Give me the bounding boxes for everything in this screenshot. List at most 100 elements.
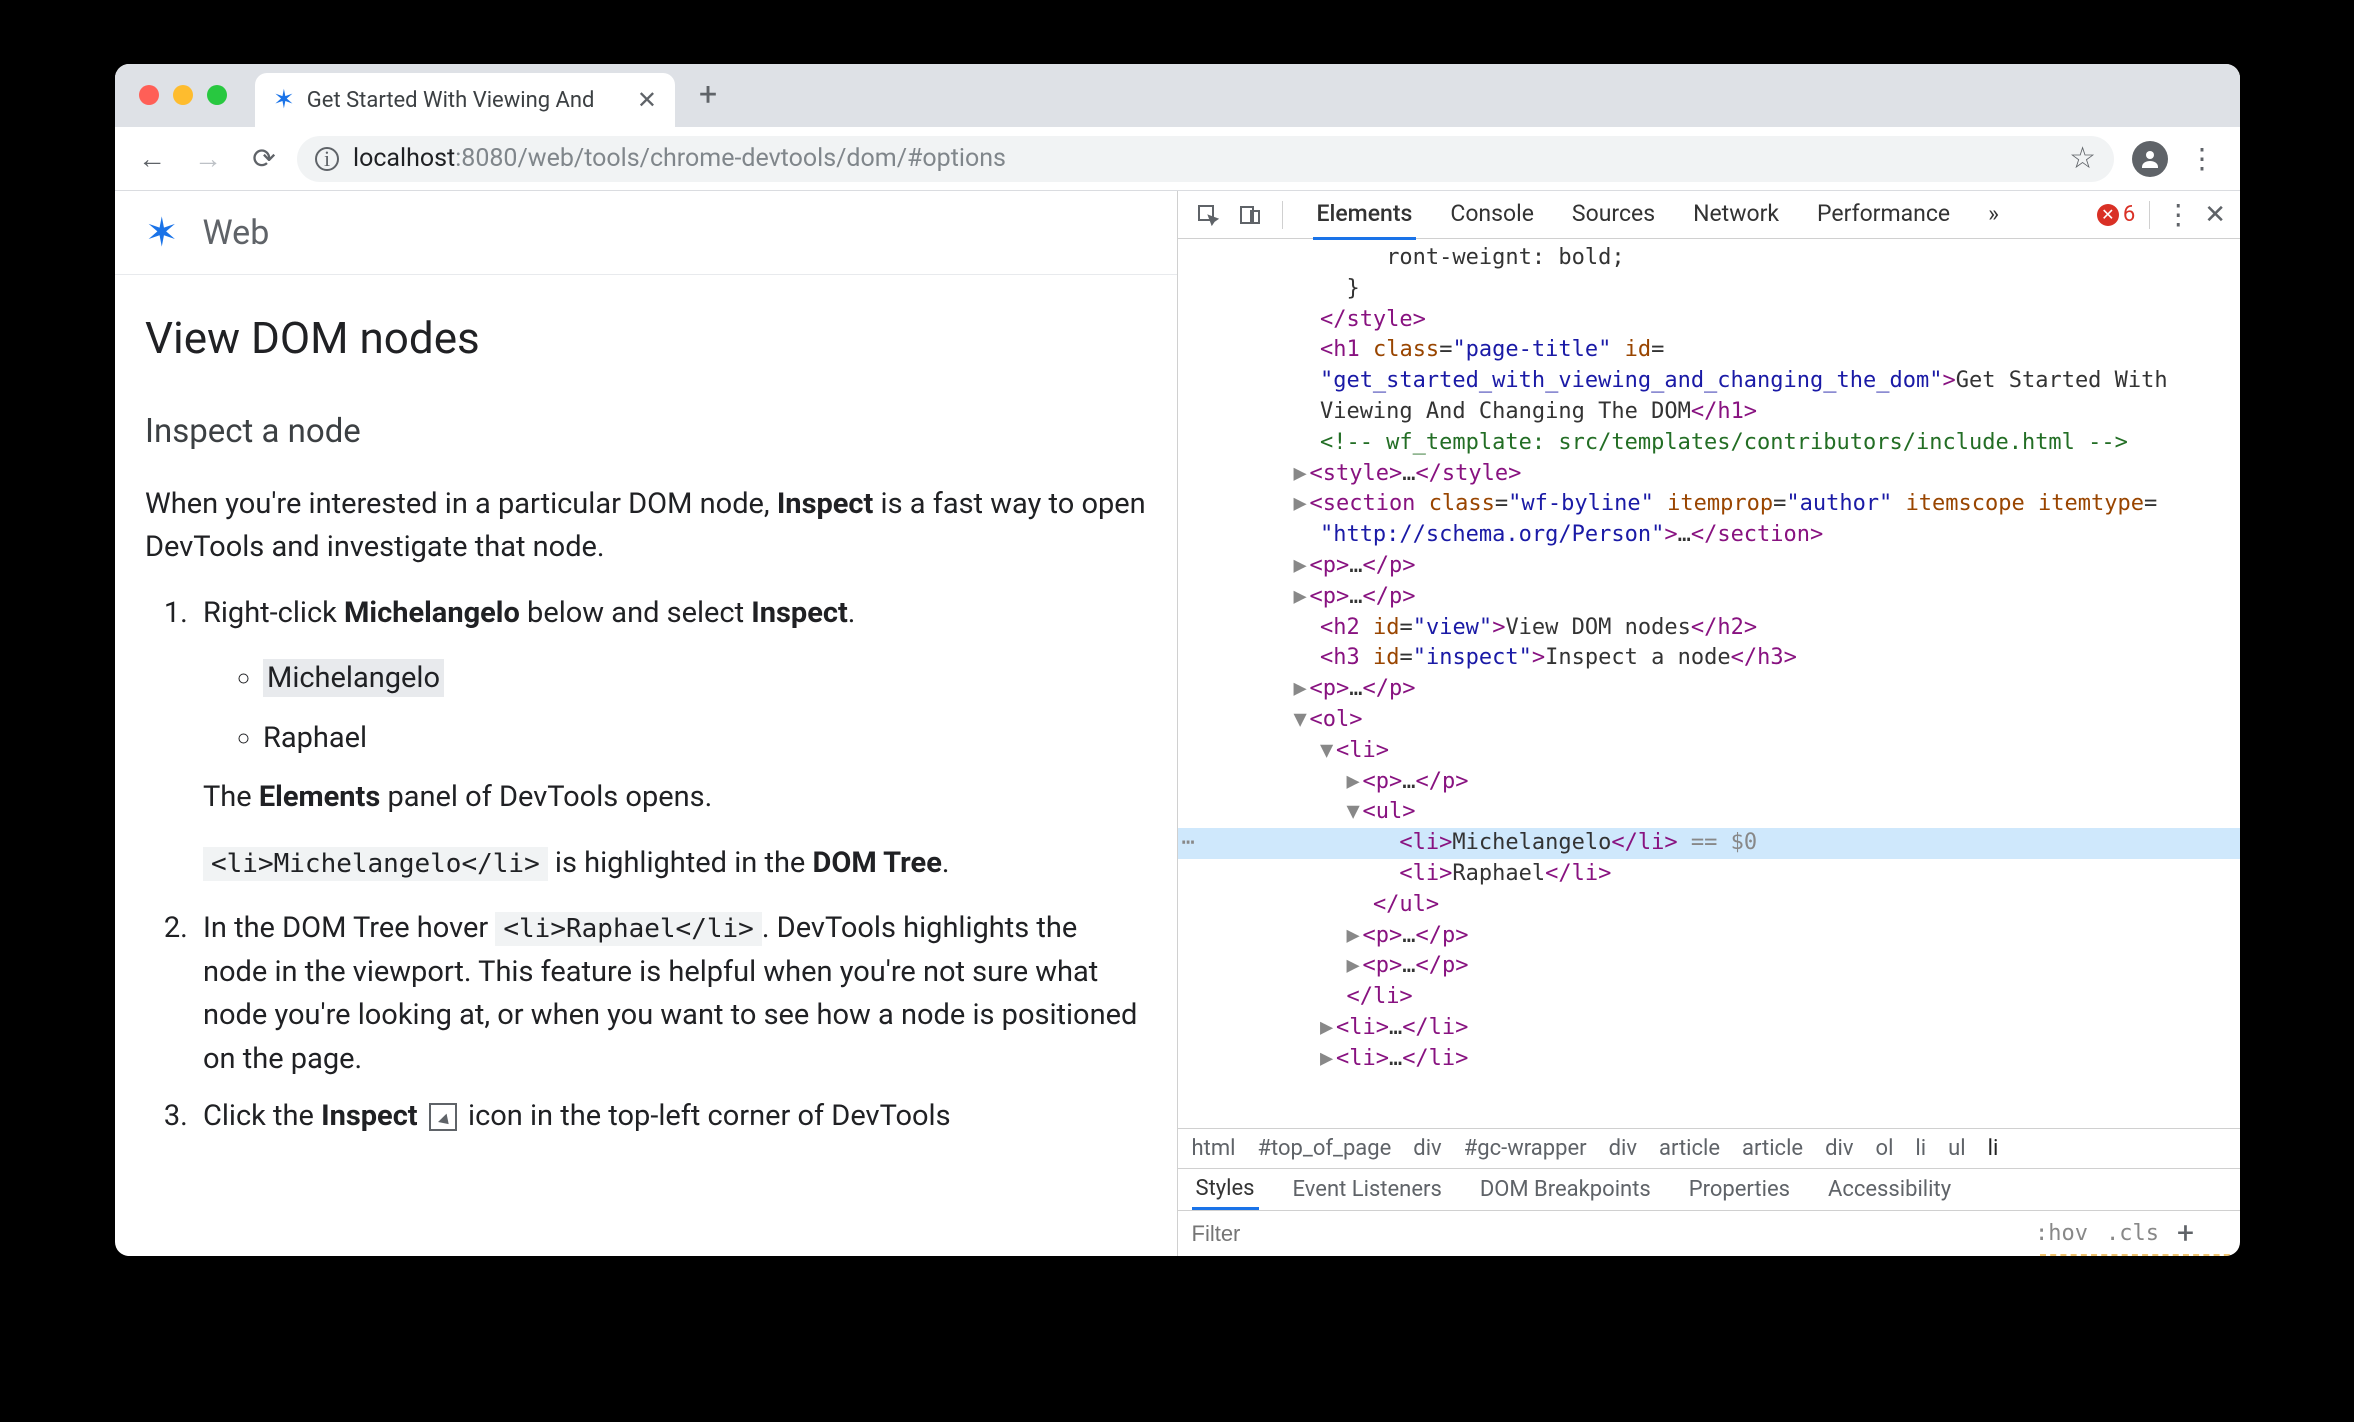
content-area: ✶ Web View DOM nodes Inspect a node When… bbox=[115, 191, 2240, 1256]
breadcrumb-item[interactable]: li bbox=[1915, 1136, 1926, 1161]
site-info-icon[interactable]: i bbox=[315, 147, 339, 171]
dom-tree-row[interactable]: ▶<li>…</li> bbox=[1178, 1044, 2241, 1075]
back-button[interactable]: ← bbox=[129, 136, 175, 182]
cls-toggle[interactable]: .cls bbox=[2106, 1221, 2159, 1246]
inspect-element-icon[interactable] bbox=[1192, 199, 1224, 231]
more-tabs-button[interactable]: » bbox=[1984, 190, 2003, 240]
dom-tree-row[interactable]: </style> bbox=[1178, 305, 2241, 336]
breadcrumb-item[interactable]: div bbox=[1413, 1136, 1441, 1161]
breadcrumb-item[interactable]: #top_of_page bbox=[1257, 1136, 1391, 1161]
url-host: localhost bbox=[353, 144, 455, 173]
breadcrumb-item[interactable]: #gc-wrapper bbox=[1464, 1136, 1587, 1161]
tab-sources[interactable]: Sources bbox=[1568, 190, 1659, 240]
dom-tree-row[interactable]: ▶<p>…</p> bbox=[1178, 551, 2241, 582]
minimize-window-button[interactable] bbox=[173, 85, 193, 105]
breadcrumb-item[interactable]: article bbox=[1659, 1136, 1720, 1161]
inspect-icon bbox=[429, 1103, 457, 1131]
dom-tree-row[interactable]: ▶<p>…</p> bbox=[1178, 674, 2241, 705]
tab-console[interactable]: Console bbox=[1446, 190, 1538, 240]
address-bar[interactable]: i localhost:8080/web/tools/chrome-devtoo… bbox=[297, 136, 2114, 182]
breadcrumb-item[interactable]: li bbox=[1988, 1136, 1999, 1161]
elements-tree[interactable]: ront-weignt: bold; } </style> <h1 class=… bbox=[1178, 239, 2241, 1128]
article-body: View DOM nodes Inspect a node When you'r… bbox=[115, 275, 1177, 1139]
url-port: :8080 bbox=[455, 144, 517, 173]
dom-tree-row[interactable]: <!-- wf_template: src/templates/contribu… bbox=[1178, 428, 2241, 459]
breadcrumb-item[interactable]: ol bbox=[1876, 1136, 1894, 1161]
dom-tree-row[interactable]: ▼<li> bbox=[1178, 736, 2241, 767]
dom-tree-row[interactable]: Viewing And Changing The DOM</h1> bbox=[1178, 397, 2241, 428]
dom-tree-row[interactable]: ▶<li>…</li> bbox=[1178, 1013, 2241, 1044]
dom-tree-row[interactable]: ▼<ul> bbox=[1178, 797, 2241, 828]
page-viewport: ✶ Web View DOM nodes Inspect a node When… bbox=[115, 191, 1178, 1256]
close-devtools-button[interactable]: ✕ bbox=[2204, 200, 2226, 230]
code-snippet: <li>Michelangelo</li> bbox=[203, 847, 548, 881]
dom-tree-row[interactable]: "get_started_with_viewing_and_changing_t… bbox=[1178, 366, 2241, 397]
filter-input[interactable] bbox=[1192, 1221, 1480, 1247]
error-count[interactable]: ✕ 6 bbox=[2097, 202, 2135, 227]
heading-h3: Inspect a node bbox=[145, 407, 1147, 457]
bookmark-icon[interactable]: ☆ bbox=[2069, 141, 2096, 176]
tab-title: Get Started With Viewing And bbox=[307, 88, 595, 113]
devtools-menu-button[interactable]: ⋮ bbox=[2164, 198, 2190, 231]
error-icon: ✕ bbox=[2097, 204, 2119, 226]
reload-button[interactable]: ⟳ bbox=[241, 136, 287, 182]
tab-accessibility[interactable]: Accessibility bbox=[1824, 1171, 1955, 1208]
toolbar-actions: ⋮ bbox=[2124, 141, 2226, 177]
styles-filter-bar: :hov .cls + bbox=[1178, 1210, 2241, 1256]
dom-tree-row[interactable]: <li>Raphael</li> bbox=[1178, 859, 2241, 890]
dom-tree-row[interactable]: ▶<p>…</p> bbox=[1178, 582, 2241, 613]
dom-tree-row[interactable]: ▶<p>…</p> bbox=[1178, 921, 2241, 952]
dom-tree-row[interactable]: ▶<style>…</style> bbox=[1178, 459, 2241, 490]
browser-tab[interactable]: ✶ Get Started With Viewing And ✕ bbox=[255, 73, 675, 127]
tab-styles[interactable]: Styles bbox=[1192, 1170, 1259, 1210]
dom-tree-row[interactable]: ▼<ol> bbox=[1178, 705, 2241, 736]
site-name: Web bbox=[203, 213, 270, 253]
list-item[interactable]: Michelangelo bbox=[263, 657, 1147, 701]
window-controls bbox=[129, 85, 255, 127]
new-tab-button[interactable]: + bbox=[675, 75, 741, 127]
dom-tree-row[interactable]: <h1 class="page-title" id= bbox=[1178, 335, 2241, 366]
dom-tree-row[interactable]: </li> bbox=[1178, 982, 2241, 1013]
dom-tree-row[interactable]: ▶<p>…</p> bbox=[1178, 951, 2241, 982]
tab-elements[interactable]: Elements bbox=[1313, 190, 1417, 240]
dom-tree-row[interactable]: } bbox=[1178, 274, 2241, 305]
forward-button[interactable]: → bbox=[185, 136, 231, 182]
tab-event-listeners[interactable]: Event Listeners bbox=[1289, 1171, 1446, 1208]
breadcrumb-item[interactable]: html bbox=[1192, 1136, 1236, 1161]
profile-avatar-icon[interactable] bbox=[2132, 141, 2168, 177]
dom-tree-row[interactable]: "http://schema.org/Person">…</section> bbox=[1178, 520, 2241, 551]
dom-tree-row[interactable]: ▶<p>…</p> bbox=[1178, 767, 2241, 798]
dom-tree-row[interactable]: ront-weignt: bold; bbox=[1178, 243, 2241, 274]
site-header: ✶ Web bbox=[115, 191, 1177, 275]
step-1: Right-click Michelangelo below and selec… bbox=[195, 592, 1147, 886]
list-item[interactable]: Raphael bbox=[263, 717, 1147, 761]
tab-strip: ✶ Get Started With Viewing And ✕ + bbox=[115, 64, 2240, 127]
breadcrumb-item[interactable]: article bbox=[1742, 1136, 1803, 1161]
dom-tree-row[interactable]: <h2 id="view">View DOM nodes</h2> bbox=[1178, 613, 2241, 644]
breadcrumb-item[interactable]: ul bbox=[1948, 1136, 1965, 1161]
dom-tree-row[interactable]: </ul> bbox=[1178, 890, 2241, 921]
close-tab-button[interactable]: ✕ bbox=[637, 86, 657, 114]
code-snippet: <li>Raphael</li> bbox=[495, 912, 761, 946]
hov-toggle[interactable]: :hov bbox=[2035, 1221, 2088, 1246]
example-list: Michelangelo Raphael bbox=[203, 657, 1147, 760]
devtools-actions: ✕ 6 ⋮ ✕ bbox=[2097, 198, 2226, 231]
favicon-icon: ✶ bbox=[273, 85, 295, 115]
dom-tree-row[interactable]: ⋯ <li>Michelangelo</li> == $0 bbox=[1178, 828, 2241, 859]
breadcrumb-item[interactable]: div bbox=[1825, 1136, 1853, 1161]
device-toolbar-icon[interactable] bbox=[1234, 199, 1266, 231]
add-rule-button[interactable]: + bbox=[2177, 1216, 2194, 1251]
close-window-button[interactable] bbox=[139, 85, 159, 105]
tab-dom-breakpoints[interactable]: DOM Breakpoints bbox=[1476, 1171, 1655, 1208]
maximize-window-button[interactable] bbox=[207, 85, 227, 105]
dom-tree-row[interactable]: <h3 id="inspect">Inspect a node</h3> bbox=[1178, 643, 2241, 674]
url-path: /web/tools/chrome-devtools/dom/#options bbox=[517, 144, 1005, 173]
browser-menu-button[interactable]: ⋮ bbox=[2176, 142, 2226, 175]
tab-performance[interactable]: Performance bbox=[1813, 190, 1954, 240]
tab-properties[interactable]: Properties bbox=[1685, 1171, 1794, 1208]
breadcrumb-bar[interactable]: html #top_of_page div #gc-wrapper div article… bbox=[1178, 1128, 2241, 1168]
tab-network[interactable]: Network bbox=[1689, 190, 1783, 240]
site-logo-icon: ✶ bbox=[145, 209, 179, 256]
breadcrumb-item[interactable]: div bbox=[1609, 1136, 1637, 1161]
dom-tree-row[interactable]: ▶<section class="wf-byline" itemprop="au… bbox=[1178, 489, 2241, 520]
